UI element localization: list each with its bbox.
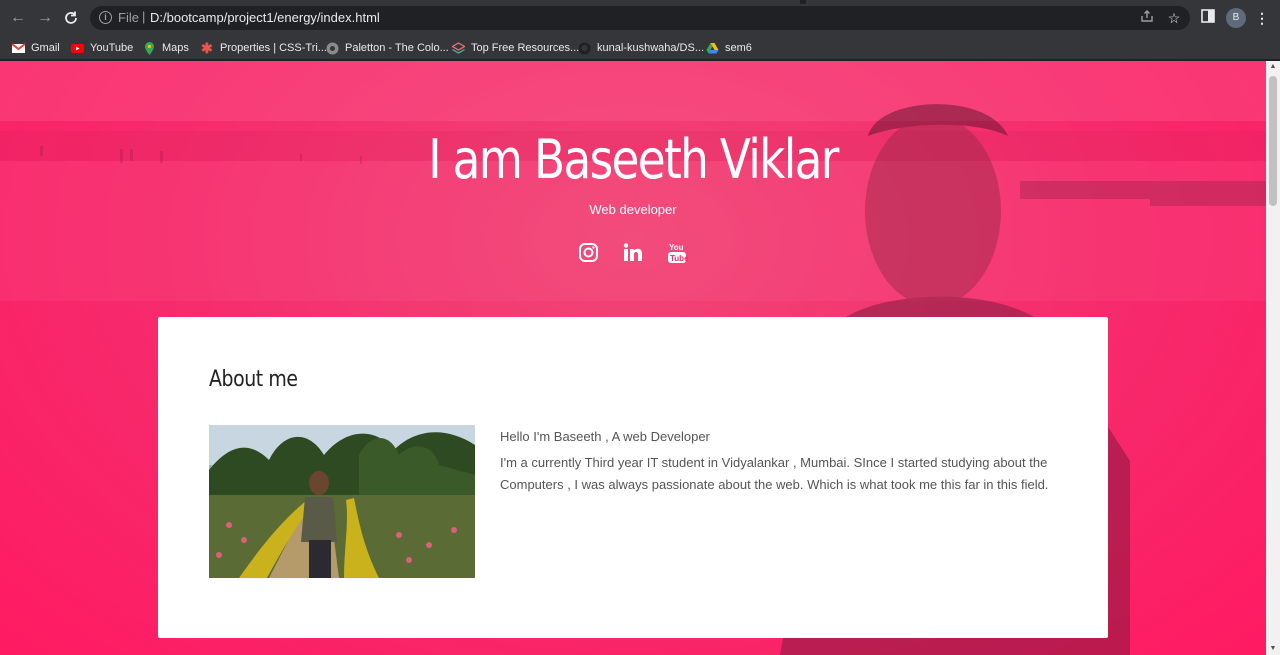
bookmark-label: Properties | CSS-Tri... bbox=[220, 42, 327, 54]
bookmark-top-free-resources[interactable]: Top Free Resources... bbox=[452, 39, 579, 57]
about-body: I'm a currently Third year IT student in… bbox=[500, 455, 1049, 492]
bookmark-css-tricks[interactable]: ✱ Properties | CSS-Tri... bbox=[201, 39, 327, 57]
bookmark-label: kunal-kushwaha/DS... bbox=[597, 42, 704, 54]
google-drive-icon bbox=[706, 42, 719, 53]
css-tricks-icon: ✱ bbox=[201, 39, 213, 56]
hero-subtitle: Web developer bbox=[589, 202, 677, 217]
browser-toolbar: ← → i File | D:/bootcamp/project1/energy… bbox=[0, 0, 1280, 36]
linkedin-icon bbox=[623, 243, 642, 261]
bookmark-label: Top Free Resources... bbox=[471, 42, 580, 54]
tab[interactable] bbox=[806, 0, 1280, 4]
paletton-icon bbox=[326, 42, 339, 54]
tab[interactable] bbox=[0, 0, 800, 4]
linkedin-link[interactable] bbox=[622, 242, 644, 264]
url-text[interactable]: D:/bootcamp/project1/energy/index.html bbox=[150, 10, 380, 25]
page-scrollbar[interactable]: ▲ ▼ bbox=[1266, 61, 1280, 655]
profile-avatar[interactable]: B bbox=[1226, 8, 1246, 28]
profile-photo bbox=[209, 425, 475, 578]
bookmark-maps[interactable]: Maps bbox=[143, 39, 189, 57]
gmail-icon bbox=[12, 42, 25, 53]
scroll-up-arrow-icon[interactable]: ▲ bbox=[1266, 61, 1280, 73]
bookmark-github[interactable]: kunal-kushwaha/DS... bbox=[578, 39, 704, 57]
scrollbar-thumb[interactable] bbox=[1269, 76, 1277, 206]
instagram-icon bbox=[579, 243, 598, 262]
bookmark-label: sem6 bbox=[725, 42, 752, 54]
about-intro: Hello I'm Baseeth , A web Developer bbox=[500, 429, 710, 444]
reload-button[interactable] bbox=[61, 8, 81, 28]
back-button[interactable]: ← bbox=[8, 8, 28, 28]
bookmark-label: YouTube bbox=[90, 42, 134, 54]
svg-text:You: You bbox=[669, 243, 684, 252]
bookmark-star-icon[interactable]: ☆ bbox=[1165, 9, 1183, 27]
url-scheme: File bbox=[118, 10, 139, 25]
address-bar[interactable]: i File | D:/bootcamp/project1/energy/ind… bbox=[90, 6, 1190, 30]
tab-strip bbox=[0, 0, 1280, 4]
maps-icon bbox=[145, 41, 154, 55]
bookmark-label: Gmail bbox=[31, 42, 60, 54]
bookmark-label: Paletton - The Colo... bbox=[345, 42, 449, 54]
bookmarks-bar: Gmail YouTube Maps ✱ Properties | CSS-Tr… bbox=[0, 36, 1280, 60]
svg-text:Tube: Tube bbox=[670, 254, 688, 263]
about-heading: About me bbox=[209, 367, 298, 392]
share-icon[interactable] bbox=[1138, 9, 1156, 27]
menu-kebab-icon[interactable]: ⋮ bbox=[1252, 8, 1272, 28]
bookmark-label: Maps bbox=[162, 42, 189, 54]
bookmark-sem6[interactable]: sem6 bbox=[706, 39, 752, 57]
bookmark-paletton[interactable]: Paletton - The Colo... bbox=[326, 39, 449, 57]
youtube-icon bbox=[71, 43, 84, 53]
layers-icon bbox=[452, 41, 465, 54]
reload-icon bbox=[65, 11, 77, 24]
scroll-down-arrow-icon[interactable]: ▼ bbox=[1266, 643, 1280, 655]
bookmark-youtube[interactable]: YouTube bbox=[71, 39, 133, 57]
instagram-link[interactable] bbox=[578, 242, 600, 264]
about-text: Hello I'm Baseeth , A web Developer I'm … bbox=[500, 426, 1070, 496]
url-separator: | bbox=[142, 9, 146, 24]
page-viewport: I am Baseeth Viklar Web developer You Tub… bbox=[0, 61, 1266, 655]
bookmark-gmail[interactable]: Gmail bbox=[12, 39, 60, 57]
about-card: About me Hello I'm Baseeth , A web Devel… bbox=[158, 317, 1108, 638]
github-icon bbox=[578, 42, 591, 54]
site-info-icon[interactable]: i bbox=[99, 11, 112, 24]
youtube-link[interactable]: You Tube bbox=[666, 242, 689, 264]
forward-button[interactable]: → bbox=[35, 8, 55, 28]
youtube-icon: You Tube bbox=[668, 243, 689, 263]
side-panel-icon[interactable] bbox=[1198, 8, 1218, 28]
hero-title: I am Baseeth Viklar bbox=[428, 128, 839, 191]
